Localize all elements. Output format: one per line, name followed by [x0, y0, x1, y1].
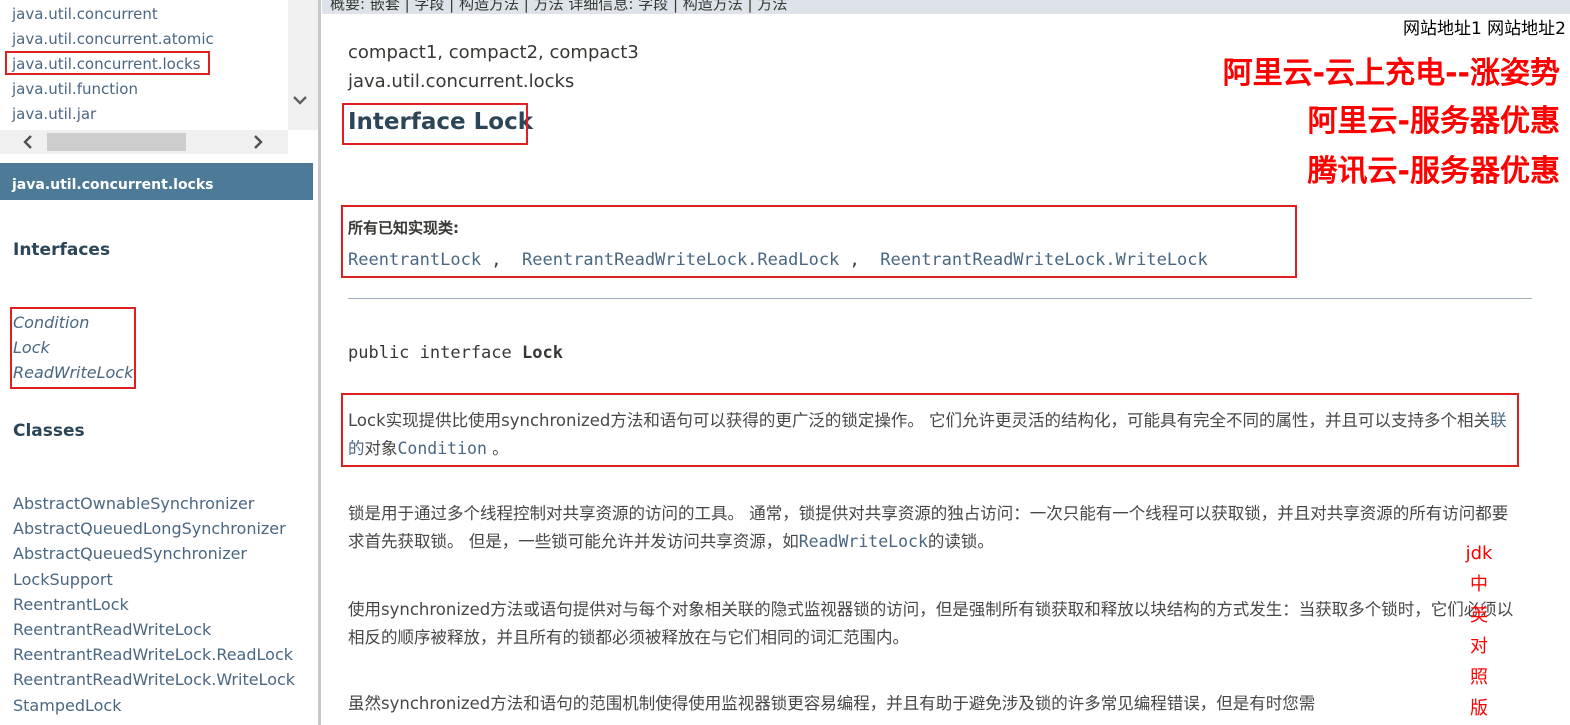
class-link[interactable]: LockSupport [13, 567, 295, 592]
highlight-box-title [342, 103, 528, 145]
class-link[interactable]: ReentrantReadWriteLock.ReadLock [13, 642, 295, 667]
highlight-box-known-impl [341, 205, 1297, 278]
package-banner[interactable]: java.util.concurrent.locks [0, 163, 313, 200]
highlight-box-package [5, 51, 210, 75]
class-link[interactable]: ReentrantReadWriteLock [13, 617, 295, 642]
jdk-label-char: jdk [1465, 543, 1493, 564]
ad-link[interactable]: 阿里云-云上充电--涨姿势 [1223, 48, 1560, 92]
paragraph-text: 的读锁。 [927, 532, 994, 551]
jdk-label-char: 对 [1470, 636, 1488, 657]
package-link[interactable]: java.util.jar [12, 102, 214, 127]
frame-divider[interactable] [318, 0, 321, 725]
class-link[interactable]: ReentrantReadWriteLock.WriteLock [13, 667, 295, 692]
package-link[interactable]: java.util.concurrent.atomic [12, 27, 214, 52]
highlight-box-interfaces [10, 307, 136, 389]
description-paragraph: 锁是用于通过多个线程控制对共享资源的访问的工具。 通常，锁提供对共享资源的独占访… [348, 500, 1518, 556]
description-paragraph: 使用synchronized方法或语句提供对与每个对象相关联的隐式监视器锁的访问… [348, 600, 1514, 647]
class-link[interactable]: AbstractOwnableSynchronizer [13, 491, 295, 516]
sub-nav-links[interactable]: 概要: 嵌套 | 字段 | 构造方法 | 方法 详细信息: 字段 | 构造方法 … [330, 0, 787, 14]
class-link[interactable]: AbstractQueuedSynchronizer [13, 541, 295, 566]
jdk-label-char: 中 [1470, 574, 1488, 595]
class-list: AbstractOwnableSynchronizer AbstractQueu… [13, 491, 295, 718]
description-paragraph: 虽然synchronized方法和语句的范围机制使得使用监视器锁更容易编程，并且… [348, 694, 1316, 713]
class-link[interactable]: ReentrantLock [13, 592, 295, 617]
site-links[interactable]: 网站地址1 网站地址2 [1403, 14, 1566, 39]
signature-name: Lock [522, 343, 563, 363]
class-link[interactable]: StampedLock [13, 693, 295, 718]
ad-link[interactable]: 阿里云-服务器优惠 [1308, 96, 1560, 140]
chevron-down-icon[interactable] [292, 92, 308, 108]
jdk-label-char: 版 [1470, 698, 1488, 719]
jdk-label-char: 照 [1470, 667, 1488, 688]
package-link[interactable]: java.util.concurrent [12, 2, 214, 27]
readwritelock-link[interactable]: ReadWriteLock [799, 532, 928, 551]
jdk-label-char: 英 [1470, 605, 1488, 626]
package-label: java.util.concurrent.locks [348, 71, 575, 92]
ad-link[interactable]: 腾讯云-服务器优惠 [1308, 146, 1560, 190]
jdk-version-label[interactable]: jdk 中 英 对 照 版 [1464, 538, 1494, 724]
divider [348, 298, 1532, 299]
class-link[interactable]: AbstractQueuedLongSynchronizer [13, 516, 295, 541]
scrollbar-thumb[interactable] [47, 133, 186, 151]
classes-heading: Classes [13, 421, 85, 441]
interfaces-heading: Interfaces [13, 240, 111, 260]
chevron-right-icon[interactable] [250, 134, 266, 150]
signature: public interface Lock [348, 343, 563, 363]
highlight-box-description [341, 393, 1519, 467]
package-link[interactable]: java.util.function [12, 77, 214, 102]
chevron-left-icon[interactable] [20, 134, 36, 150]
signature-prefix: public interface [348, 343, 522, 363]
profiles-text: compact1, compact2, compact3 [348, 42, 639, 63]
vertical-scrollbar[interactable] [288, 0, 318, 130]
